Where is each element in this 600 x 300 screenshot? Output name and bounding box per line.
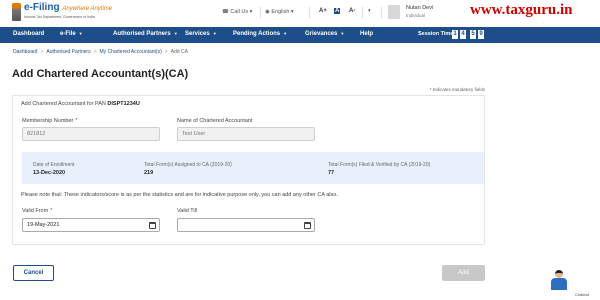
card-heading-text: Add Chartered Accountant for PAN xyxy=(21,101,106,107)
breadcrumb-authorised-partners[interactable]: Authorised Partners xyxy=(46,49,90,55)
nav-authorised-partners[interactable]: Authorised Partners ▼ xyxy=(113,31,178,37)
chatbot-head xyxy=(555,270,563,278)
chevron-down-icon: ▼ xyxy=(340,31,345,36)
breadcrumb-current: Add CA xyxy=(170,49,188,55)
breadcrumb-separator: > xyxy=(93,49,97,55)
breadcrumb-my-ca[interactable]: My Chartered Accountant(s) xyxy=(100,49,162,55)
language-selector[interactable]: ◉ English ▾ xyxy=(265,9,294,15)
chevron-down-icon: ▼ xyxy=(283,31,288,36)
nav-label: Authorised Partners xyxy=(113,31,171,37)
forms-filed-label: Total Form(s) Filed & Verified by CA (20… xyxy=(328,162,431,168)
valid-till-label: Valid Till xyxy=(177,208,198,214)
session-digit: 5 xyxy=(470,30,476,39)
watermark-text: www.taxguru.in xyxy=(470,2,573,18)
chevron-down-icon: ▾ xyxy=(249,9,253,15)
top-header: e-Filing Anywhere Anytime Income Tax Dep… xyxy=(0,0,600,27)
nav-services[interactable]: Services ▼ xyxy=(185,31,217,37)
nav-label: Dashboard xyxy=(13,31,45,37)
divider xyxy=(260,7,261,18)
phone-icon: ☎ xyxy=(222,9,229,15)
calendar-icon[interactable] xyxy=(149,222,156,229)
membership-label: Membership Number * xyxy=(22,118,78,124)
mandatory-note: * Indicates mandatory fields xyxy=(429,87,485,92)
chevron-down-icon: ▼ xyxy=(212,31,217,36)
enrollment-date-value: 13-Dec-2020 xyxy=(33,170,66,176)
logo-tagline: Anywhere Anytime xyxy=(62,6,113,12)
nav-dashboard[interactable]: Dashboard xyxy=(13,31,44,37)
logo-title: e-Filing xyxy=(24,2,60,13)
efiling-logo[interactable]: e-Filing Anywhere Anytime Income Tax Dep… xyxy=(12,2,112,24)
avatar[interactable] xyxy=(388,5,400,19)
text-size-normal[interactable]: A xyxy=(334,8,341,14)
session-digit: 4 xyxy=(460,30,466,39)
pan-value: DISPT1234U xyxy=(107,101,140,107)
card-heading: Add Chartered Accountant for PAN DISPT12… xyxy=(21,101,140,107)
nav-help[interactable]: Help xyxy=(360,31,373,37)
contrast-icon[interactable]: ◐ xyxy=(368,8,372,14)
enrollment-date-label: Date of Enrollment xyxy=(33,162,75,168)
valid-from-input[interactable]: 19-May-2021 xyxy=(22,218,160,232)
membership-number-field[interactable]: 821812 xyxy=(22,127,160,141)
logo-subtitle: Income Tax Department, Government of Ind… xyxy=(24,15,95,19)
chevron-down-icon: ▼ xyxy=(78,31,83,36)
text-size-decrease[interactable]: A- xyxy=(349,8,355,14)
chatbot-avatar[interactable] xyxy=(549,270,569,292)
valid-from-label-text: Valid From xyxy=(22,208,49,214)
add-button[interactable]: Add xyxy=(442,265,485,281)
session-time-label: Session Time xyxy=(418,31,454,37)
nav-label: Services xyxy=(185,31,210,37)
nav-grievances[interactable]: Grievances ▼ xyxy=(305,31,344,37)
chatbot-body xyxy=(551,278,567,290)
divider xyxy=(309,7,310,18)
text-size-increase[interactable]: A+ xyxy=(319,8,327,14)
breadcrumb: Dashboard > Authorised Partners > My Charter… xyxy=(13,49,188,55)
session-digit: 9 xyxy=(478,30,484,39)
indicative-note: Please note that: These indicators/score… xyxy=(21,192,338,198)
chevron-down-icon: ▾ xyxy=(290,9,294,15)
emblem-icon xyxy=(12,3,21,21)
chevron-down-icon: ▼ xyxy=(173,31,178,36)
ca-name-label: Name of Chartered Accountant xyxy=(177,118,253,124)
user-name[interactable]: Nutan Devi xyxy=(406,5,433,11)
ca-stats-panel xyxy=(22,152,484,184)
divider xyxy=(362,7,363,18)
required-marker: * xyxy=(75,118,78,124)
divider xyxy=(381,7,382,18)
valid-till-input[interactable] xyxy=(177,218,315,232)
globe-icon: ◉ xyxy=(265,9,270,15)
calendar-icon[interactable] xyxy=(304,222,311,229)
language-label: English xyxy=(271,9,290,15)
membership-label-text: Membership Number xyxy=(22,118,74,124)
breadcrumb-separator: > xyxy=(40,49,44,55)
user-role: Individual xyxy=(406,13,426,18)
call-us-label: Call Us xyxy=(230,9,249,15)
nav-label: Pending Actions xyxy=(233,31,281,37)
breadcrumb-dashboard[interactable]: Dashboard xyxy=(13,49,37,55)
call-us-link[interactable]: ☎ Call Us ▾ xyxy=(222,9,252,15)
main-nav: Dashboard e-File ▼ Authorised Partners ▼ S… xyxy=(0,27,600,43)
forms-assigned-value: 219 xyxy=(144,170,154,176)
session-digit: 1 xyxy=(452,30,458,39)
nav-label: e-File xyxy=(60,31,76,37)
nav-label: Help xyxy=(360,31,374,37)
nav-pending-actions[interactable]: Pending Actions ▼ xyxy=(233,31,287,37)
chatbot-label[interactable]: Chatbot xyxy=(575,292,589,297)
required-marker: * xyxy=(50,208,53,214)
forms-filed-value: 77 xyxy=(328,170,335,176)
breadcrumb-separator: > xyxy=(164,49,168,55)
forms-assigned-label: Total Form(s) Assigned to CA (2019-20) xyxy=(144,162,232,168)
page-title: Add Chartered Accountant(s)(CA) xyxy=(12,68,189,80)
valid-from-value: 19-May-2021 xyxy=(27,222,60,228)
ca-name-field[interactable]: Test User xyxy=(177,127,315,141)
valid-from-label: Valid From * xyxy=(22,208,52,214)
cancel-button[interactable]: Cancel xyxy=(13,265,54,281)
nav-efile[interactable]: e-File ▼ xyxy=(60,31,83,37)
nav-label: Grievances xyxy=(305,31,338,37)
